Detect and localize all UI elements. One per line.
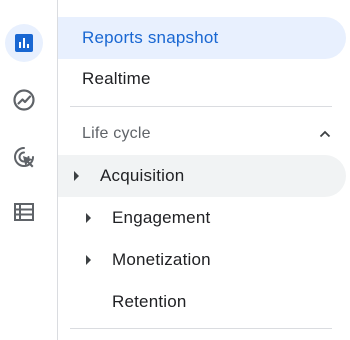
life-cycle-section-header[interactable]: Life cycle [70, 119, 332, 149]
realtime-label: Realtime [82, 69, 151, 88]
configure-list-icon [14, 203, 34, 221]
expand-caret-icon[interactable] [86, 255, 91, 265]
realtime-item[interactable]: Realtime [70, 58, 346, 100]
engagement-label: Engagement [112, 208, 211, 227]
reports-bar-chart-icon [15, 34, 33, 52]
left-icon-rail [0, 0, 58, 340]
explore-trend-icon [13, 89, 35, 111]
explore-nav-button[interactable] [5, 81, 43, 119]
reports-snapshot-label: Reports snapshot [82, 28, 219, 47]
advertising-cursor-icon [14, 147, 34, 168]
retention-item[interactable]: Retention [70, 281, 346, 323]
monetization-label: Monetization [112, 250, 211, 269]
configure-nav-button[interactable] [5, 193, 43, 231]
monetization-item[interactable]: Monetization [70, 239, 346, 281]
retention-label: Retention [112, 292, 187, 311]
nav-divider [70, 106, 332, 107]
advertising-nav-button[interactable] [5, 138, 43, 176]
acquisition-label: Acquisition [100, 166, 185, 185]
expand-caret-icon[interactable] [74, 171, 79, 181]
section-title: Life cycle [82, 125, 151, 142]
reports-snapshot-item[interactable]: Reports snapshot [58, 17, 346, 59]
engagement-item[interactable]: Engagement [70, 197, 346, 239]
chevron-up-icon[interactable] [318, 127, 332, 141]
reports-nav-button[interactable] [5, 24, 43, 62]
reports-navigation: Reports snapshot Realtime Life cycle Acq… [58, 0, 350, 340]
expand-caret-icon[interactable] [86, 213, 91, 223]
acquisition-item[interactable]: Acquisition [58, 155, 346, 197]
nav-divider-bottom [70, 328, 332, 329]
